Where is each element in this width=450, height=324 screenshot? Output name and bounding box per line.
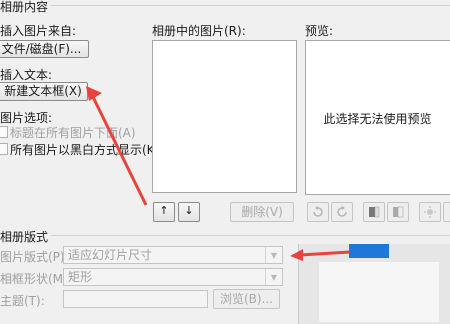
- annotation-arrow-diagonal: [91, 96, 148, 206]
- annotation-arrows: [86, 86, 351, 261]
- annotation-arrow-horizontal: [299, 250, 351, 257]
- annotation-arrowhead-horizontal: [290, 249, 303, 261]
